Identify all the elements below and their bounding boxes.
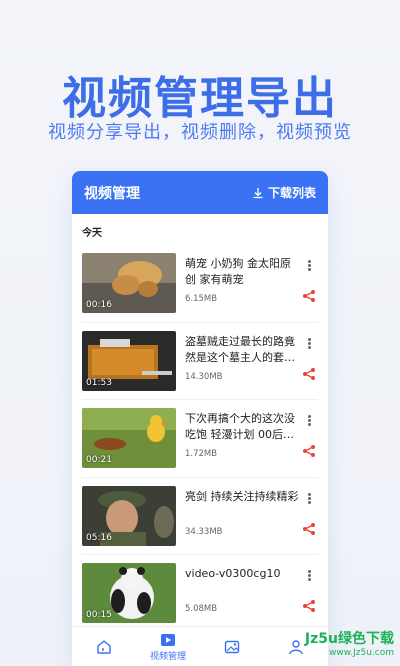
video-thumbnail[interactable]: 01:53 bbox=[82, 330, 176, 391]
video-duration: 00:15 bbox=[86, 610, 112, 620]
watermark-url: www.Jz5u.com bbox=[328, 648, 394, 658]
image-icon bbox=[224, 640, 240, 653]
video-list-item[interactable]: 00:21 下次再搞个大的这次没吃饱 轻漫计划 00后… 1.72MB bbox=[82, 400, 318, 478]
download-list-label: 下载列表 bbox=[267, 186, 316, 200]
video-thumbnail[interactable]: 00:21 bbox=[82, 408, 176, 468]
watermark-main: Jz5u绿色下载 bbox=[304, 631, 394, 647]
share-icon[interactable] bbox=[302, 599, 316, 613]
share-icon[interactable] bbox=[302, 444, 316, 458]
watermark: Jz5u绿色下载 www.Jz5u.com bbox=[305, 628, 394, 658]
more-options-icon[interactable] bbox=[304, 414, 314, 428]
video-title: video-v0300cg10 bbox=[185, 567, 281, 580]
nav-images[interactable] bbox=[207, 639, 257, 655]
home-icon bbox=[97, 639, 111, 654]
app-title: 视频管理 bbox=[84, 185, 140, 202]
video-list-item[interactable]: 00:15 video-v0300cg10 5.08MB bbox=[82, 555, 318, 633]
video-list-item[interactable]: 01:53 盗墓贼走过最长的路竟然是这个墓主人的套… 14.30MB bbox=[82, 323, 318, 400]
phone-screen: 视频管理 下载列表 今天 00:16 萌宠 小奶狗 金太阳原创 家有萌宠 6.1… bbox=[72, 171, 328, 666]
download-icon bbox=[253, 187, 263, 198]
hero-subtitle: 视频分享导出，视频删除，视频预览 bbox=[48, 122, 352, 143]
share-icon[interactable] bbox=[302, 522, 316, 536]
download-list-button[interactable]: 下载列表 bbox=[252, 184, 316, 201]
video-size: 1.72MB bbox=[185, 449, 218, 459]
nav-video-manage-label: 视频管理 bbox=[149, 651, 186, 662]
hero-title: 视频管理导出 bbox=[62, 73, 338, 124]
more-options-icon[interactable] bbox=[304, 492, 314, 506]
video-size: 6.15MB bbox=[185, 294, 218, 304]
section-label-today: 今天 bbox=[82, 228, 102, 239]
video-title: 盗墓贼走过最长的路竟然是这个墓主人的套… bbox=[185, 334, 295, 364]
nav-home[interactable] bbox=[79, 639, 129, 655]
nav-video-manage[interactable]: 视频管理 bbox=[143, 632, 193, 662]
video-duration: 05:16 bbox=[86, 532, 112, 543]
bottom-nav: 视频管理 bbox=[72, 626, 328, 666]
user-icon bbox=[289, 639, 303, 654]
video-title: 亮剑 持续关注持续精彩 bbox=[185, 489, 299, 503]
video-list-item[interactable]: 05:16 亮剑 持续关注持续精彩 34.33MB bbox=[82, 478, 318, 555]
video-duration: 00:16 bbox=[86, 300, 112, 310]
video-icon bbox=[161, 633, 175, 646]
video-thumbnail[interactable]: 00:15 bbox=[82, 563, 176, 623]
video-thumbnail[interactable]: 05:16 bbox=[82, 485, 176, 546]
video-title: 萌宠 小奶狗 金太阳原创 家有萌宠 bbox=[185, 257, 291, 286]
video-title: 下次再搞个大的这次没吃饱 轻漫计划 00后… bbox=[185, 412, 295, 441]
video-size: 34.33MB bbox=[185, 526, 223, 537]
video-size: 5.08MB bbox=[185, 604, 218, 614]
video-thumbnail[interactable]: 00:16 bbox=[82, 253, 176, 313]
video-duration: 01:53 bbox=[86, 377, 112, 388]
more-options-icon[interactable] bbox=[304, 337, 314, 351]
video-list-item[interactable]: 00:16 萌宠 小奶狗 金太阳原创 家有萌宠 6.15MB bbox=[82, 245, 318, 323]
share-icon[interactable] bbox=[302, 367, 316, 381]
video-duration: 00:21 bbox=[86, 455, 112, 465]
share-icon[interactable] bbox=[302, 289, 316, 303]
more-options-icon[interactable] bbox=[304, 259, 314, 273]
video-size: 14.30MB bbox=[185, 371, 223, 382]
more-options-icon[interactable] bbox=[304, 569, 314, 583]
app-header: 视频管理 下载列表 bbox=[72, 171, 328, 214]
